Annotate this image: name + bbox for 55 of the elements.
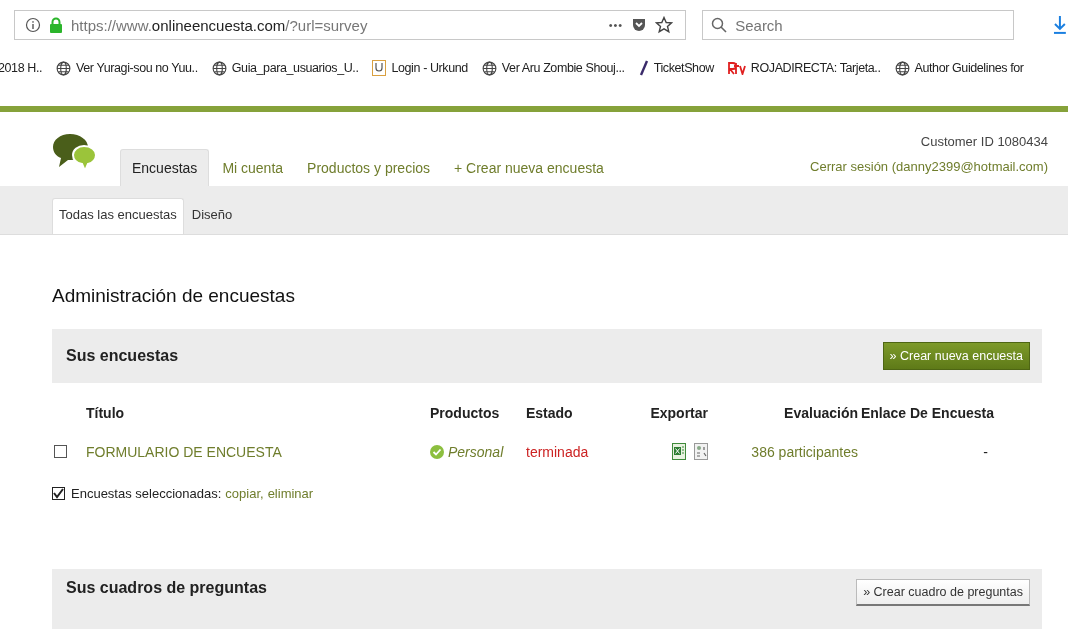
- column-header: Enlace De Encuesta: [859, 405, 994, 421]
- product-link[interactable]: Personal: [448, 443, 504, 460]
- address-bar[interactable]: https://www.onlineencuesta.com/?url=survey •••: [14, 10, 687, 40]
- globe-icon: [894, 60, 910, 76]
- star-icon[interactable]: [655, 16, 674, 34]
- rtv-logo-icon: [727, 61, 746, 75]
- download-icon[interactable]: [1052, 15, 1068, 35]
- nav-tab[interactable]: Encuestas: [120, 149, 210, 186]
- bookmark-item[interactable]: Ver Aru Zombie Shouj...: [481, 60, 625, 76]
- globe-icon: [481, 60, 497, 76]
- selection-label: Encuestas seleccionadas:: [71, 486, 222, 501]
- globe-icon: [211, 60, 227, 76]
- shield-icon[interactable]: [631, 17, 648, 33]
- customer-id: Customer ID 1080434: [920, 134, 1048, 149]
- slash-icon: [638, 60, 649, 76]
- sub-tab[interactable]: Todas las encuestas: [52, 198, 184, 234]
- bookmark-item[interactable]: ROJADIRECTA: Tarjeta..: [727, 61, 881, 75]
- nav-tab[interactable]: Mi cuenta: [211, 150, 295, 186]
- search-field[interactable]: Search: [702, 10, 1015, 40]
- info-icon[interactable]: [25, 17, 41, 33]
- bookmark-item[interactable]: Guia_para_usuarios_U..: [211, 60, 359, 76]
- column-header: Título: [86, 405, 126, 421]
- create-question-box-button[interactable]: » Crear cuadro de preguntas: [856, 579, 1030, 606]
- action-link[interactable]: eliminar: [267, 486, 314, 501]
- bookmark-item[interactable]: Login - Urkund: [372, 60, 468, 76]
- bookmark-item[interactable]: Author Guidelines for: [894, 60, 1024, 76]
- document-icon[interactable]: [694, 443, 708, 460]
- column-header: Exportar: [649, 405, 708, 421]
- bookmark-item[interactable]: TicketShow: [638, 60, 714, 76]
- select-all-checkbox[interactable]: [52, 487, 65, 500]
- create-survey-button[interactable]: » Crear nueva encuesta: [882, 342, 1030, 370]
- url-text[interactable]: https://www.onlineencuesta.com/?url=survey: [71, 16, 368, 34]
- column-header: Evaluación: [783, 405, 858, 421]
- logout-link[interactable]: Cerrar sesión (danny2399@hotmail.com): [810, 159, 1048, 174]
- row-checkbox[interactable]: [54, 445, 67, 458]
- lock-icon: [49, 17, 63, 33]
- survey-link-cell-text: -: [983, 443, 989, 460]
- panel-title: Sus encuestas: [66, 347, 179, 365]
- nav-tab[interactable]: + Crear nueva encuesta: [443, 150, 615, 186]
- bookmark-item[interactable]: Ver Yuragi-sou no Yuu..: [56, 60, 198, 76]
- globe-icon: [56, 60, 72, 76]
- panel-title: Sus cuadros de preguntas: [66, 579, 267, 597]
- nav-tab[interactable]: Productos y precios: [296, 150, 442, 186]
- more-icon[interactable]: •••: [608, 19, 624, 31]
- action-link[interactable]: copiar,: [225, 486, 264, 501]
- participants-link[interactable]: 386 participantes: [751, 443, 858, 460]
- spreadsheet-icon[interactable]: [672, 443, 686, 460]
- page-title: Administración de encuestas: [52, 285, 296, 307]
- column-header: Productos: [430, 405, 501, 421]
- page-icon: [372, 60, 387, 76]
- search-icon: [711, 17, 728, 33]
- status-text: terminada: [526, 443, 590, 460]
- column-header: Estado: [526, 405, 574, 421]
- survey-title-link[interactable]: FORMULARIO DE ENCUESTA: [86, 443, 430, 460]
- sub-tab[interactable]: Diseño: [185, 199, 239, 234]
